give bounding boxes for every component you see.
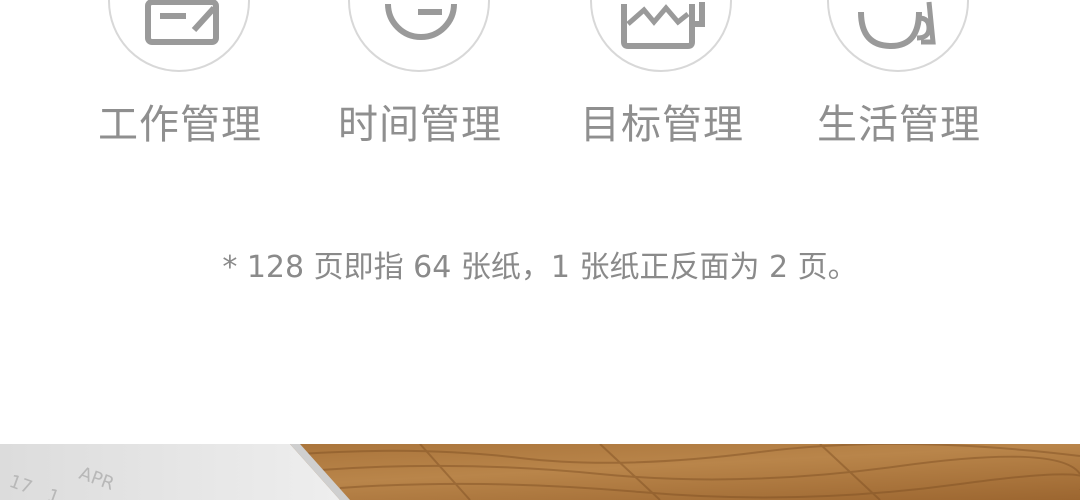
feature-label: 时间管理 <box>338 102 502 148</box>
mountain-frame-icon <box>621 2 705 49</box>
wood-desk-photo: APR 17 1 <box>0 444 1080 500</box>
feature-icon-circle <box>827 0 969 72</box>
feature-icon-circle <box>348 0 490 72</box>
feature-goal: 目标管理 <box>562 0 762 160</box>
feature-work: 工作管理 <box>80 0 280 160</box>
page: 工作管理 时间管理 目标管理 生活管理 * 128 页即指 64 张纸，1 张纸… <box>0 0 1080 500</box>
feature-label: 目标管理 <box>580 102 744 148</box>
feature-label: 生活管理 <box>817 102 981 148</box>
feature-icon-circle <box>590 0 732 72</box>
feature-time: 时间管理 <box>320 0 520 160</box>
clock-icon <box>385 3 457 40</box>
notebook-photo: APR 17 1 <box>0 444 1080 500</box>
feature-icon-circle <box>108 0 250 72</box>
feature-label: 工作管理 <box>98 102 262 148</box>
notebook-pen-icon <box>145 0 219 45</box>
coffee-cup-icon <box>858 1 936 50</box>
feature-life: 生活管理 <box>799 0 999 160</box>
page-count-note: * 128 页即指 64 张纸，1 张纸正反面为 2 页。 <box>222 250 858 285</box>
